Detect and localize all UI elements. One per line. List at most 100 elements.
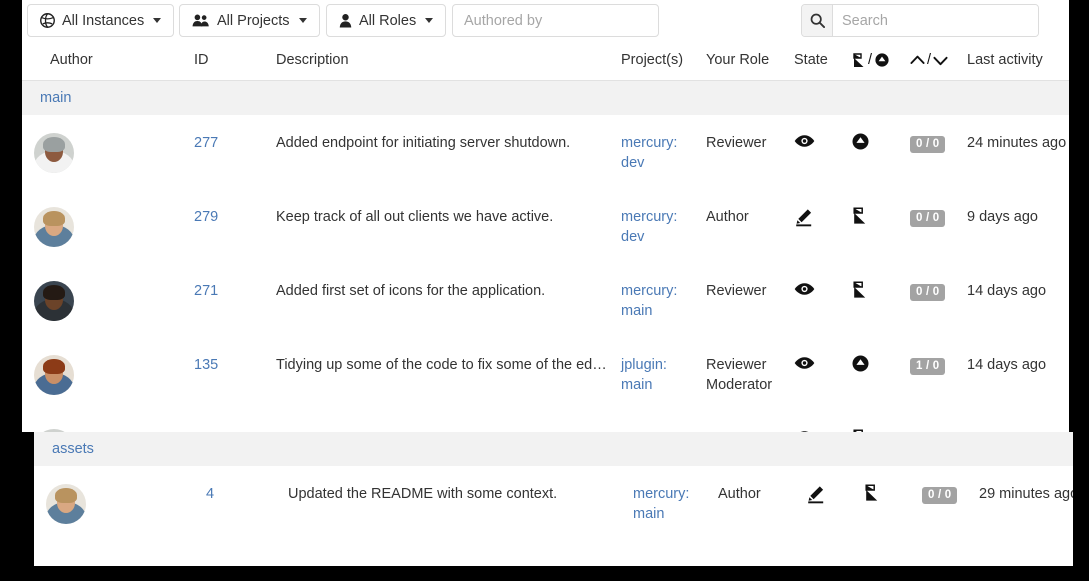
- table-row[interactable]: 135 Tidying up some of the code to fix so…: [22, 338, 1069, 412]
- table-row[interactable]: 4Updated the README with some context.me…: [34, 467, 1073, 542]
- cell-your-role: ReviewerModerator: [706, 338, 794, 412]
- role-primary: Reviewer: [706, 283, 766, 299]
- cell-votes: 0 / 0: [910, 190, 967, 264]
- role-primary: Author: [718, 486, 761, 502]
- avatar: [34, 207, 74, 247]
- votes-badge: 0 / 0: [910, 136, 945, 153]
- role-primary: Reviewer: [706, 135, 766, 151]
- all-roles-filter-button[interactable]: All Roles: [326, 4, 446, 37]
- all-projects-filter-button[interactable]: All Projects: [179, 4, 320, 37]
- cell-description: Added endpoint for initiating server shu…: [276, 116, 621, 191]
- project-link[interactable]: mercury:: [621, 207, 706, 227]
- eye-icon[interactable]: [794, 281, 852, 297]
- cell-your-role: Reviewer: [706, 116, 794, 191]
- group-name-assets[interactable]: assets: [34, 441, 94, 457]
- avatar: [34, 281, 74, 321]
- cell-author: [22, 116, 194, 191]
- all-roles-label: All Roles: [359, 13, 416, 29]
- project-link[interactable]: mercury:: [621, 281, 706, 301]
- flag-icon[interactable]: [864, 484, 922, 502]
- cell-author: [22, 190, 194, 264]
- column-header-id[interactable]: ID: [194, 42, 276, 81]
- table-row[interactable]: 279Keep track of all out clients we have…: [22, 190, 1069, 264]
- cell-votes: 1 / 0: [910, 412, 967, 432]
- column-header-your-role[interactable]: Your Role: [706, 42, 794, 81]
- all-projects-label: All Projects: [217, 13, 290, 29]
- cell-state: [794, 264, 852, 338]
- table-row[interactable]: 249Adding description to P4Credentials &…: [22, 412, 1069, 432]
- all-instances-label: All Instances: [62, 13, 144, 29]
- flag-icon: [852, 53, 865, 68]
- circle-up-icon[interactable]: [852, 355, 910, 372]
- branch-link[interactable]: main: [621, 375, 706, 395]
- cell-projects: mercury:dev: [621, 190, 706, 264]
- table-header: Author ID Description Project(s) Your Ro…: [22, 42, 1069, 81]
- cell-flag: [852, 116, 910, 191]
- cell-last-activity: 14 days ago: [967, 264, 1069, 338]
- page-root: All Instances All Projects: [0, 0, 1089, 581]
- cell-description: Tidying up some of the code to fix some …: [276, 338, 621, 412]
- cell-last-activity: 9 days ago: [967, 190, 1069, 264]
- avatar: [34, 355, 74, 395]
- review-id-link[interactable]: 277: [194, 135, 218, 151]
- column-header-author[interactable]: Author: [22, 42, 194, 81]
- flag-icon[interactable]: [852, 207, 910, 225]
- eye-icon[interactable]: [794, 133, 852, 149]
- reviews-panel-main: All Instances All Projects: [22, 0, 1069, 432]
- branch-link[interactable]: main: [633, 504, 718, 524]
- all-instances-filter-button[interactable]: All Instances: [27, 4, 174, 37]
- flag-icon[interactable]: [852, 281, 910, 299]
- group-name-main[interactable]: main: [22, 90, 71, 106]
- project-link[interactable]: jplugin:: [621, 355, 706, 375]
- review-id-link[interactable]: 4: [206, 486, 214, 502]
- authored-by-input[interactable]: [452, 4, 659, 37]
- column-header-projects[interactable]: Project(s): [621, 42, 706, 81]
- cell-flag: [852, 264, 910, 338]
- eye-icon[interactable]: [794, 355, 852, 371]
- project-link[interactable]: mercury:: [633, 484, 718, 504]
- review-id-link[interactable]: 271: [194, 283, 218, 299]
- pencil-icon[interactable]: [806, 484, 864, 504]
- search-box[interactable]: [801, 4, 1039, 37]
- cell-id: 135: [194, 338, 276, 412]
- column-header-state[interactable]: State: [794, 42, 852, 81]
- search-button[interactable]: [802, 5, 833, 36]
- cell-your-role: Author: [718, 467, 806, 542]
- cell-flag: [852, 338, 910, 412]
- cell-flag: [864, 467, 922, 542]
- table-row[interactable]: 277 Added endpoint for initiating server …: [22, 116, 1069, 191]
- review-id-link[interactable]: 135: [194, 357, 218, 373]
- cell-last-activity: 24 minutes ago: [967, 116, 1069, 191]
- project-link[interactable]: mercury:: [621, 133, 706, 153]
- column-header-last-activity[interactable]: Last activity: [967, 42, 1069, 81]
- chevron-up-icon: [910, 54, 925, 67]
- votes-badge: 0 / 0: [922, 487, 957, 504]
- column-header-description[interactable]: Description: [276, 42, 621, 81]
- circle-up-icon: [875, 53, 889, 67]
- branch-link[interactable]: dev: [621, 227, 706, 247]
- cell-projects: mercury:dev: [621, 116, 706, 191]
- group-header-main: main: [22, 81, 1069, 116]
- cell-id: 279: [194, 190, 276, 264]
- cell-last-activity: 14 days ago: [967, 412, 1069, 432]
- search-input[interactable]: [833, 5, 1038, 36]
- branch-link[interactable]: main: [621, 301, 706, 321]
- cell-projects: mercury:main: [633, 467, 718, 542]
- pencil-icon[interactable]: [794, 207, 852, 227]
- cell-description: Added first set of icons for the applica…: [276, 264, 621, 338]
- cell-your-role: Moderator: [706, 412, 794, 432]
- circle-up-icon[interactable]: [852, 133, 910, 150]
- users-group-icon: [192, 13, 210, 28]
- reviews-table: Author ID Description Project(s) Your Ro…: [22, 42, 1069, 432]
- cell-votes: 0 / 0: [922, 467, 979, 542]
- column-header-votes[interactable]: /: [910, 42, 967, 81]
- column-header-flag-status[interactable]: /: [852, 42, 910, 81]
- cell-description: Adding description to P4Credentials & P4…: [276, 412, 621, 432]
- table-row[interactable]: 271 Added first set of icons for the appl…: [22, 264, 1069, 338]
- cell-state: [794, 338, 852, 412]
- branch-link[interactable]: dev: [621, 153, 706, 173]
- votes-badge: 0 / 0: [910, 284, 945, 301]
- cell-flag: [852, 412, 910, 432]
- review-id-link[interactable]: 279: [194, 209, 218, 225]
- cell-state: [794, 116, 852, 191]
